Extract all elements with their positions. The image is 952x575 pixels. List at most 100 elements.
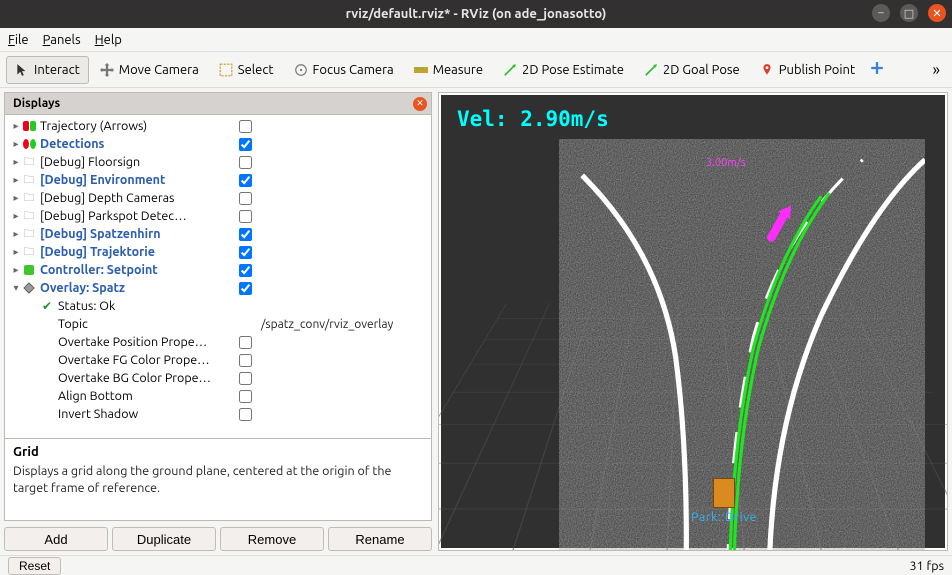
visibility-checkbox[interactable]: [239, 192, 252, 205]
velocity-overlay-text: Vel: 2.90m/s: [457, 107, 609, 131]
blank-icon: [39, 317, 55, 331]
tree-item-label: [Debug] Parkspot Detec…: [40, 209, 239, 223]
expander-icon[interactable]: ▸: [11, 192, 21, 204]
visibility-checkbox[interactable]: [239, 408, 252, 421]
tree-row[interactable]: ▸Controller: Setpoint: [5, 261, 431, 279]
tree-row[interactable]: ✔Status: Ok: [5, 297, 431, 315]
fps-readout: 31 fps: [910, 559, 944, 573]
menu-panels[interactable]: Panels: [43, 33, 81, 47]
check-icon: ✔: [39, 299, 55, 313]
tree-row[interactable]: Overtake Position Prope…: [5, 333, 431, 351]
expander-icon[interactable]: ▸: [11, 138, 21, 150]
remove-button[interactable]: Remove: [220, 527, 324, 551]
tree-item-label: Detections: [40, 137, 239, 151]
expander-icon[interactable]: ▸: [11, 264, 21, 276]
tree-row[interactable]: ▸🗀[Debug] Spatzenhirn: [5, 225, 431, 243]
tree-row[interactable]: Invert Shadow: [5, 405, 431, 423]
folder-icon: 🗀: [21, 155, 37, 169]
description-box: Grid Displays a grid along the ground pl…: [4, 439, 432, 521]
expander-icon[interactable]: ▾: [11, 282, 21, 294]
tree-item-label: Topic: [58, 317, 239, 331]
visibility-checkbox[interactable]: [239, 138, 252, 151]
visibility-checkbox[interactable]: [239, 264, 252, 277]
tree-row[interactable]: Overtake FG Color Prope…: [5, 351, 431, 369]
expander-icon[interactable]: ▸: [11, 156, 21, 168]
tree-row[interactable]: ▸🗀[Debug] Environment: [5, 171, 431, 189]
tree-row[interactable]: ▸🗀[Debug] Depth Cameras: [5, 189, 431, 207]
blank-icon: [39, 371, 55, 385]
tool-focus-camera[interactable]: Focus Camera: [285, 56, 403, 84]
tool-select[interactable]: Select: [210, 56, 283, 84]
tree-row[interactable]: ▸Trajectory (Arrows): [5, 117, 431, 135]
blank-icon: [39, 335, 55, 349]
tree-item-label: Overtake FG Color Prope…: [58, 353, 239, 367]
duplicate-button[interactable]: Duplicate: [112, 527, 216, 551]
ruler-icon: [414, 63, 428, 77]
expander-icon[interactable]: ▸: [11, 120, 21, 132]
tool-interact[interactable]: Interact: [6, 56, 89, 84]
visibility-checkbox[interactable]: [239, 156, 252, 169]
expander-icon[interactable]: ▸: [11, 228, 21, 240]
visibility-checkbox[interactable]: [239, 174, 252, 187]
expander-icon[interactable]: ▸: [11, 174, 21, 186]
tree-item-label: [Debug] Floorsign: [40, 155, 239, 169]
tree-row[interactable]: ▾Overlay: Spatz: [5, 279, 431, 297]
mode-label: Park::Drive: [691, 510, 757, 524]
minimize-button[interactable]: –: [872, 4, 890, 22]
tree-row[interactable]: Align Bottom: [5, 387, 431, 405]
cube-icon: [21, 263, 37, 277]
focus-icon: [294, 63, 308, 77]
displays-panel-header[interactable]: Displays ✕: [4, 92, 432, 114]
tree-row[interactable]: ▸ Detections: [5, 135, 431, 153]
visibility-checkbox[interactable]: [239, 354, 252, 367]
displays-panel-title: Displays: [13, 97, 409, 110]
reset-button[interactable]: Reset: [8, 557, 61, 575]
folder-icon: 🗀: [21, 227, 37, 241]
visibility-checkbox[interactable]: [239, 390, 252, 403]
panel-close-button[interactable]: ✕: [413, 97, 427, 111]
tool-pose-estimate-label: 2D Pose Estimate: [522, 63, 624, 77]
visibility-checkbox[interactable]: [239, 228, 252, 241]
tree-item-label: [Debug] Depth Cameras: [40, 191, 239, 205]
tool-goal-pose[interactable]: 2D Goal Pose: [635, 56, 749, 84]
displays-tree: ▸Trajectory (Arrows)▸Detections▸🗀[Debug]…: [4, 114, 432, 439]
visibility-checkbox[interactable]: [239, 336, 252, 349]
tool-move-camera[interactable]: Move Camera: [91, 56, 208, 84]
tree-row[interactable]: ▸🗀[Debug] Trajektorie: [5, 243, 431, 261]
tree-row[interactable]: ▸🗀[Debug] Floorsign: [5, 153, 431, 171]
tool-measure[interactable]: Measure: [405, 56, 492, 84]
detections-icon: [21, 137, 37, 151]
diamond-icon: [21, 281, 37, 295]
close-button[interactable]: ✕: [928, 4, 946, 22]
tool-pose-estimate[interactable]: 2D Pose Estimate: [494, 56, 633, 84]
expander-icon[interactable]: ▸: [11, 246, 21, 258]
tree-row[interactable]: Overtake BG Color Prope…: [5, 369, 431, 387]
rename-button[interactable]: Rename: [328, 527, 432, 551]
visibility-checkbox[interactable]: [239, 120, 252, 133]
toolbar: Interact Move Camera Select Focus Camera…: [0, 52, 952, 88]
tree-row[interactable]: Topic/spatz_conv/rviz_overlay: [5, 315, 431, 333]
visibility-checkbox[interactable]: [239, 210, 252, 223]
arrow-green-icon: [644, 63, 658, 77]
visibility-checkbox[interactable]: [239, 246, 252, 259]
menu-file[interactable]: File: [8, 33, 29, 47]
visibility-checkbox[interactable]: [239, 372, 252, 385]
tree-item-value: /spatz_conv/rviz_overlay: [257, 318, 427, 331]
menu-help[interactable]: Help: [95, 33, 122, 47]
folder-icon: 🗀: [21, 191, 37, 205]
add-button[interactable]: Add: [4, 527, 108, 551]
tree-row[interactable]: ▸🗀[Debug] Parkspot Detec…: [5, 207, 431, 225]
pin-icon: [760, 63, 774, 77]
blank-icon: [39, 389, 55, 403]
tool-publish-point[interactable]: Publish Point: [751, 56, 864, 84]
move-icon: [100, 63, 114, 77]
maximize-button[interactable]: □: [900, 4, 918, 22]
toolbar-overflow[interactable]: »: [926, 61, 946, 79]
expander-icon[interactable]: ▸: [11, 210, 21, 222]
tool-interact-label: Interact: [34, 63, 80, 77]
tool-move-camera-label: Move Camera: [119, 63, 199, 77]
visibility-checkbox[interactable]: [239, 282, 252, 295]
window-title: rviz/default.rviz* - RViz (on ade_jonaso…: [346, 7, 607, 21]
add-tool-icon[interactable]: [870, 61, 884, 78]
3d-view[interactable]: Vel: 2.90m/s 3.00m/s Park::Drive: [438, 92, 948, 551]
